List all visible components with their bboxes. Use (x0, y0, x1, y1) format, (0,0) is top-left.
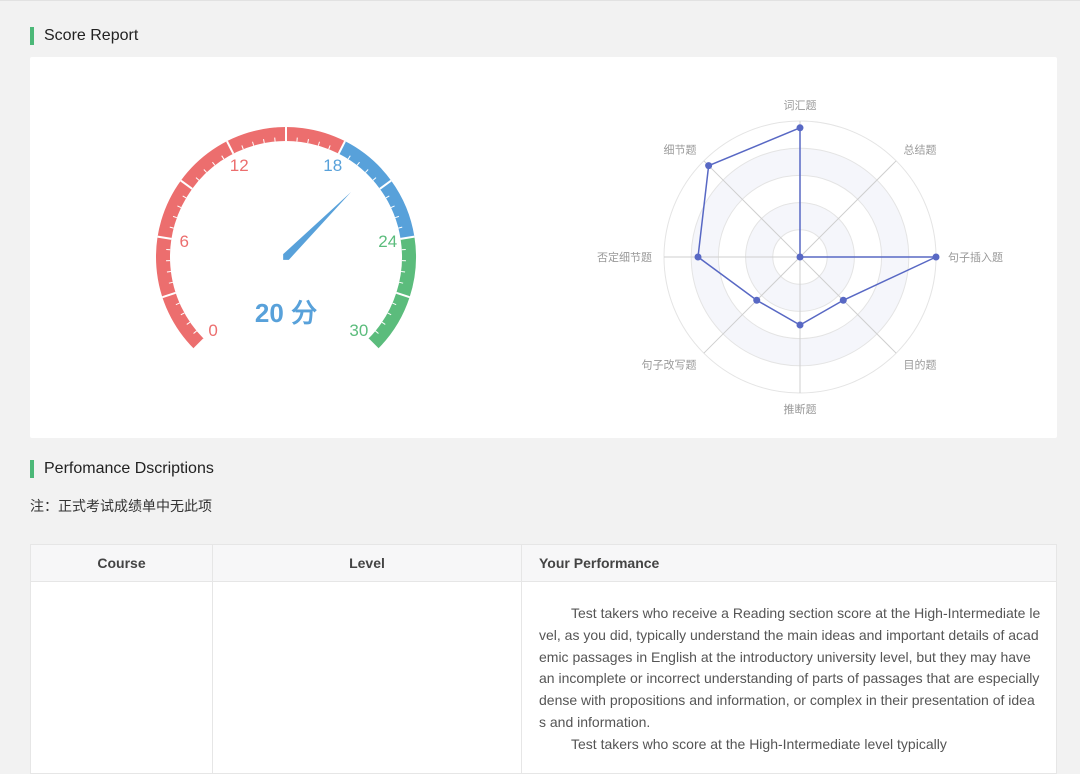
gauge-needle (283, 192, 351, 260)
radar-indicator-label: 句子改写题 (642, 357, 697, 371)
gauge-minor-tick (167, 272, 171, 273)
gauge-tick-label: 12 (230, 156, 249, 175)
score-card: 0 6 12 18 24 30 20 分 词汇题总结题句子插入题目的题推断题 句子改写题 否定细… (30, 57, 1057, 438)
performance-paragraph: Test takers who score at the High-Interm… (539, 734, 1041, 756)
radar-indicator-label: 目的题 (903, 357, 936, 371)
radar-point (705, 162, 712, 169)
column-divider (521, 545, 522, 773)
gauge-tick-label: 0 (208, 321, 217, 340)
radar-point (797, 322, 804, 329)
radar-indicator-label: 细节题 (664, 144, 697, 157)
gauge-tick-label: 30 (349, 321, 368, 340)
performance-text: Test takers who receive a Reading sectio… (539, 603, 1041, 756)
radar-indicator-label: 否定细节题 (597, 250, 652, 264)
radar-point (840, 297, 847, 304)
performance-table: Course Level Your Performance Test taker… (30, 544, 1057, 774)
radar-indicator-label: 句子插入题 (948, 250, 1003, 264)
header-performance: Your Performance (539, 545, 659, 581)
table-header: Course Level Your Performance (31, 545, 1056, 582)
score-report-title: Score Report (30, 27, 138, 45)
header-level: Level (213, 545, 521, 581)
radar-point (797, 254, 804, 261)
radar-point (933, 254, 940, 261)
score-charts: 0 6 12 18 24 30 20 分 词汇题总结题句子插入题目的题推断题 句子改写题 否定细… (30, 57, 1057, 438)
gauge-tick-label: 18 (323, 156, 342, 175)
performance-title: Perfomance Dscriptions (30, 460, 214, 478)
gauge-tick-label: 6 (180, 232, 189, 251)
score-gauge: 0 6 12 18 24 30 20 分 (158, 127, 415, 349)
radar-indicator-label: 推断题 (784, 402, 817, 416)
column-divider (212, 545, 213, 773)
gauge-minor-tick (401, 272, 405, 273)
radar-indicator-label: 总结题 (903, 143, 936, 157)
top-divider (0, 0, 1080, 1)
gauge-tick-label: 24 (378, 232, 397, 251)
gauge-band (342, 147, 408, 237)
header-course: Course (31, 545, 212, 581)
gauge-score-label: 20 分 (255, 298, 317, 328)
performance-paragraph: Test takers who receive a Reading sectio… (539, 603, 1041, 734)
radar-point (695, 254, 702, 261)
radar-point (753, 297, 760, 304)
gauge-band (373, 238, 409, 344)
radar-chart: 词汇题总结题句子插入题目的题推断题 句子改写题 否定细节题 细节题 (597, 99, 1003, 416)
radar-point (797, 124, 804, 131)
radar-indicator-label: 词汇题 (784, 99, 817, 112)
note-text: 注：正式考试成绩单中无此项 (30, 496, 212, 516)
